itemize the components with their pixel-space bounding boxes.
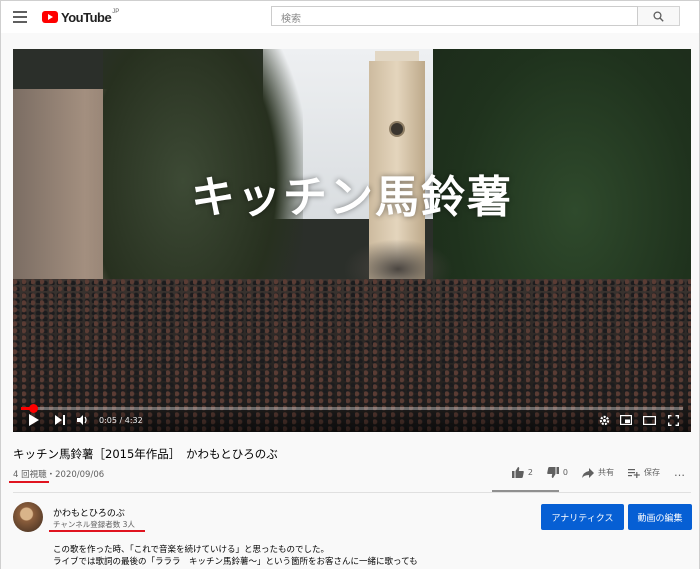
youtube-play-icon [42, 11, 58, 23]
logo-region: JP [112, 9, 120, 15]
share-label: 共有 [598, 468, 614, 477]
player-controls: 0:05 / 4:32 [13, 402, 691, 432]
gear-icon [599, 415, 609, 425]
view-count-annotation [9, 481, 49, 483]
action-bar: 2 0 共有 保存 … [498, 466, 685, 479]
page-frame: YouTube JP 検索 キッチン馬鈴薯 0:05 / 4:32 キッチン馬鈴… [0, 0, 700, 569]
progress-bar[interactable] [21, 404, 683, 413]
view-count: 4 回視聴 [13, 470, 47, 480]
save-label: 保存 [644, 468, 660, 477]
subscriber-count: チャンネル登録者数 3人 [53, 520, 135, 529]
play-icon [29, 414, 39, 426]
more-actions-button[interactable]: … [674, 466, 685, 479]
next-icon [55, 415, 65, 425]
next-button[interactable] [53, 413, 67, 427]
divider [13, 492, 691, 493]
theater-icon [642, 415, 656, 425]
like-count: 2 [527, 468, 533, 477]
share-icon [582, 467, 594, 478]
time-display: 0:05 / 4:32 [99, 416, 143, 425]
dislike-count: 0 [562, 468, 568, 477]
analytics-button[interactable]: アナリティクス [541, 504, 624, 530]
meta-separator: ・ [46, 470, 56, 480]
video-description: この歌を作った時、「これで音楽を続けていける」と思ったものでした。 ライブでは歌… [53, 544, 418, 568]
subscriber-count-annotation [49, 530, 145, 532]
menu-icon[interactable] [13, 11, 27, 23]
top-bar: YouTube JP 検索 [1, 1, 699, 33]
video-title: キッチン馬鈴薯［2015年作品］ かわもとひろのぶ [13, 447, 278, 461]
youtube-logo[interactable]: YouTube JP [42, 8, 119, 26]
search-icon [653, 10, 664, 22]
description-line-2: ライブでは歌詞の最後の「ラララ キッチン馬鈴薯～」という箇所をお客さんに一緒に歌… [53, 557, 418, 567]
edit-video-button[interactable]: 動画の編集 [628, 504, 692, 530]
search-button[interactable] [638, 6, 680, 26]
view-and-date: 4 回視聴・2020/09/06 [13, 468, 104, 480]
fullscreen-button[interactable] [666, 413, 680, 427]
volume-icon [76, 415, 87, 425]
save-button[interactable]: 保存 [628, 467, 660, 478]
theater-mode-button[interactable] [642, 413, 656, 427]
channel-name[interactable]: かわもとひろのぶ [53, 506, 125, 519]
fullscreen-icon [667, 414, 679, 426]
like-button[interactable]: 2 [511, 467, 533, 478]
description-line-1: この歌を作った時、「これで音楽を続けていける」と思ったものでした。 [53, 545, 329, 555]
miniplayer-icon [620, 415, 632, 425]
play-button[interactable] [27, 413, 41, 427]
progress-scrubber[interactable] [28, 404, 38, 413]
share-button[interactable]: 共有 [582, 467, 614, 478]
dislike-button[interactable]: 0 [547, 467, 568, 478]
search-input[interactable]: 検索 [271, 6, 638, 26]
more-icon: … [674, 466, 685, 479]
logo-text: YouTube [61, 9, 112, 25]
video-frame [13, 49, 691, 432]
settings-button[interactable] [597, 413, 611, 427]
miniplayer-button[interactable] [619, 413, 633, 427]
volume-button[interactable] [75, 413, 89, 427]
upload-date: 2020/09/06 [55, 470, 105, 480]
thumbs-up-icon [511, 467, 524, 478]
video-info: キッチン馬鈴薯［2015年作品］ かわもとひろのぶ 4 回視聴・2020/09/… [1, 432, 699, 569]
thumbs-down-icon [547, 467, 559, 478]
video-overlay-title: キッチン馬鈴薯 [191, 172, 513, 223]
channel-avatar[interactable] [13, 502, 43, 532]
video-player[interactable]: キッチン馬鈴薯 0:05 / 4:32 [13, 49, 691, 432]
playlist-add-icon [628, 468, 640, 478]
